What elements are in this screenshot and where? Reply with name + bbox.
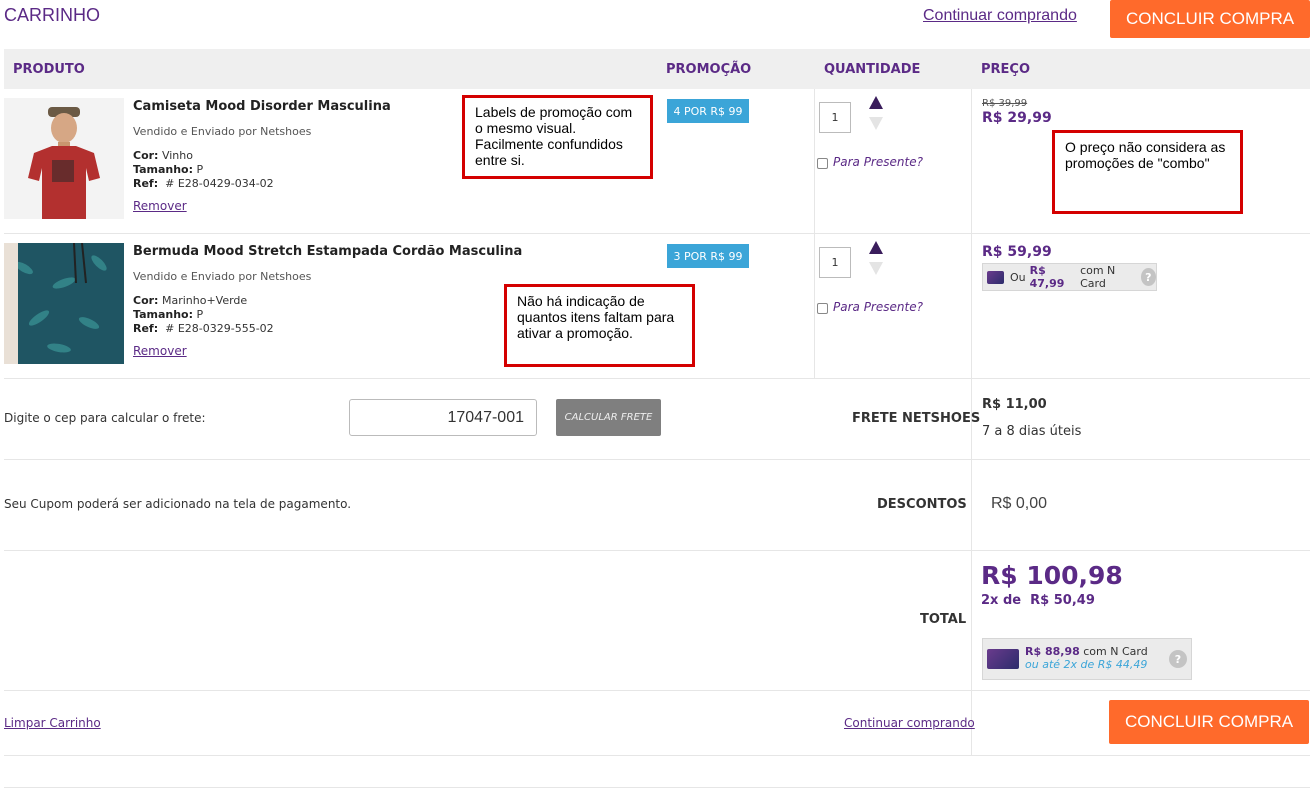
header-price: PREÇO <box>981 62 1031 77</box>
checkout-button[interactable]: CONCLUIR COMPRA <box>1110 0 1310 38</box>
row-divider <box>4 459 1310 460</box>
ncard-prefix: Ou <box>1009 270 1026 284</box>
annotation-items-missing: Não há indicação de quantos itens faltam… <box>504 284 695 367</box>
gift-checkbox[interactable] <box>817 158 828 169</box>
ncard-offer: Ou R$ 47,99 com N Card ? <box>982 263 1157 291</box>
ncard-total-offer: R$ 88,98 com N Card ou até 2x de R$ 44,4… <box>982 638 1192 680</box>
product-name[interactable]: Bermuda Mood Stretch Estampada Cordão Ma… <box>133 244 522 259</box>
help-icon[interactable]: ? <box>1169 650 1187 668</box>
product-ref: Ref: # E28-0429-034-02 <box>133 177 274 190</box>
product-image-tshirt[interactable] <box>4 98 124 219</box>
continue-shopping-link[interactable]: Continuar comprando <box>844 716 975 730</box>
color-value: Marinho+Verde <box>161 294 248 307</box>
color-label: Cor: <box>133 149 159 162</box>
total-installments: 2x de R$ 50,49 <box>981 593 1095 608</box>
size-label: Tamanho: <box>133 308 194 321</box>
quantity-increase-icon[interactable] <box>869 241 883 254</box>
row-divider <box>4 690 1310 691</box>
ncard-icon <box>987 649 1019 669</box>
shipping-label: FRETE NETSHOES <box>852 411 981 426</box>
coupon-note: Seu Cupom poderá ser adicionado na tela … <box>4 497 352 511</box>
total-label: TOTAL <box>920 612 967 627</box>
continue-shopping-link[interactable]: Continuar comprando <box>923 7 1077 25</box>
item-price: R$ 29,99 <box>982 110 1052 126</box>
annotation-promo-labels: Labels de promoção com o mesmo visual. F… <box>462 95 653 179</box>
discounts-label: DESCONTOS <box>877 497 967 512</box>
checkout-button[interactable]: CONCLUIR COMPRA <box>1109 700 1309 744</box>
old-price: R$ 39,99 <box>982 98 1028 109</box>
remove-link[interactable]: Remover <box>133 199 187 213</box>
product-size: Tamanho: P <box>133 308 203 321</box>
color-value: Vinho <box>161 149 193 162</box>
header-promo: PROMOÇÃO <box>666 62 752 77</box>
row-divider <box>4 787 1310 788</box>
ncard-suffix: com N Card <box>1080 264 1116 290</box>
quantity-decrease-icon[interactable] <box>869 262 883 275</box>
product-image-shorts[interactable] <box>4 243 124 364</box>
seller-info: Vendido e Enviado por Netshoes <box>133 125 312 138</box>
total-value: R$ 100,98 <box>981 561 1123 590</box>
cep-input[interactable]: 17047-001 <box>349 399 537 436</box>
shipping-prompt: Digite o cep para calcular o frete: <box>4 411 206 425</box>
ncard-total-price: R$ 88,98 <box>1025 645 1080 658</box>
annotation-price-combo: O preço não considera as promoções de "c… <box>1052 130 1243 214</box>
header-quantity: QUANTIDADE <box>824 62 921 77</box>
shipping-eta: 7 a 8 dias úteis <box>982 424 1082 439</box>
ref-value: # E28-0429-034-02 <box>165 177 274 190</box>
table-header <box>4 49 1310 89</box>
calculate-shipping-button[interactable]: CALCULAR FRETE <box>556 399 661 436</box>
clear-cart-link[interactable]: Limpar Carrinho <box>4 716 101 730</box>
gift-label[interactable]: Para Presente? <box>833 155 923 169</box>
shipping-price: R$ 11,00 <box>982 397 1047 412</box>
ncard-icon <box>987 270 1004 284</box>
remove-link[interactable]: Remover <box>133 344 187 358</box>
size-label: Tamanho: <box>133 163 194 176</box>
seller-info: Vendido e Enviado por Netshoes <box>133 270 312 283</box>
row-divider <box>4 378 1310 379</box>
ncard-total-suffix: com N Card <box>1083 645 1148 658</box>
quantity-increase-icon[interactable] <box>869 96 883 109</box>
ref-label: Ref: <box>133 177 159 190</box>
quantity-decrease-icon[interactable] <box>869 117 883 130</box>
discounts-value: R$ 0,00 <box>991 495 1048 512</box>
quantity-input[interactable]: 1 <box>819 102 851 133</box>
page-title: CARRINHO <box>4 5 101 25</box>
row-divider <box>4 755 1310 756</box>
product-color: Cor: Vinho <box>133 149 193 162</box>
ncard-price: R$ 47,99 <box>1029 264 1065 290</box>
product-size: Tamanho: P <box>133 163 203 176</box>
product-name[interactable]: Camiseta Mood Disorder Masculina <box>133 99 391 114</box>
help-icon[interactable]: ? <box>1140 268 1156 286</box>
row-divider <box>4 550 1310 551</box>
installments-value: R$ 50,49 <box>1030 593 1095 608</box>
ref-label: Ref: <box>133 322 159 335</box>
row-divider <box>4 233 1310 234</box>
quantity-input[interactable]: 1 <box>819 247 851 278</box>
ncard-total-line: R$ 88,98 com N Card <box>1025 645 1148 658</box>
color-label: Cor: <box>133 294 159 307</box>
ncard-total-installments: ou até 2x de R$ 44,49 <box>1025 658 1148 671</box>
product-ref: Ref: # E28-0329-555-02 <box>133 322 274 335</box>
gift-checkbox[interactable] <box>817 303 828 314</box>
size-value: P <box>196 308 204 321</box>
item-price: R$ 59,99 <box>982 244 1052 260</box>
header-product: PRODUTO <box>13 62 85 77</box>
promo-badge: 3 POR R$ 99 <box>667 244 749 268</box>
gift-label[interactable]: Para Presente? <box>833 300 923 314</box>
installments-prefix: 2x de <box>981 593 1022 608</box>
ref-value: # E28-0329-555-02 <box>165 322 274 335</box>
promo-badge: 4 POR R$ 99 <box>667 99 749 123</box>
product-color: Cor: Marinho+Verde <box>133 294 247 307</box>
size-value: P <box>196 163 204 176</box>
